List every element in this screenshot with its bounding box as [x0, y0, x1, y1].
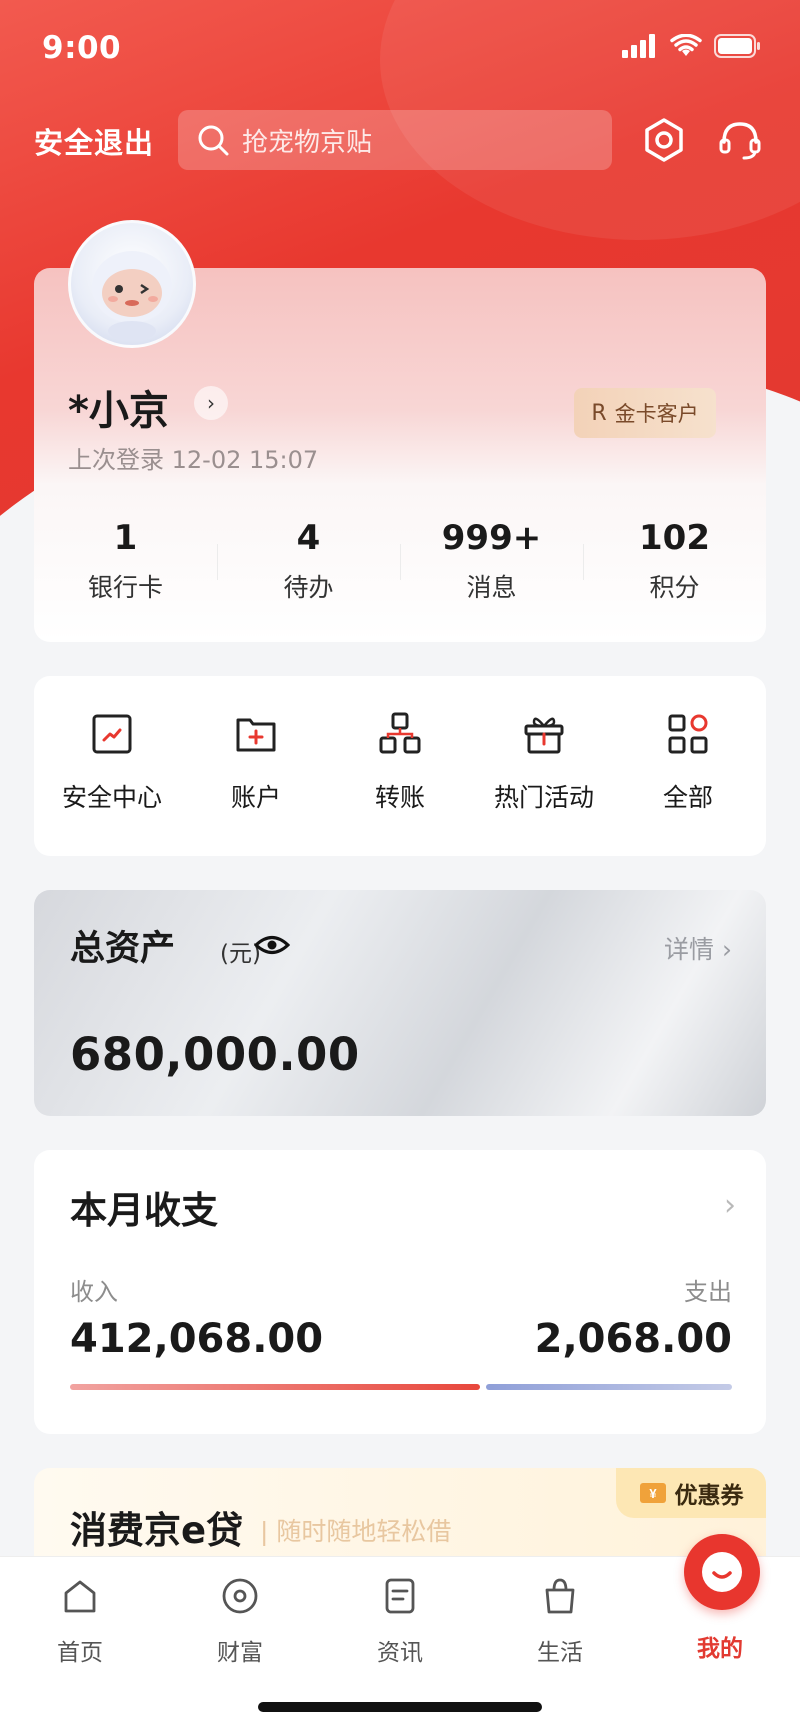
- quick-item-security-center[interactable]: 安全中心: [42, 710, 182, 856]
- badge-label: 金卡客户: [614, 402, 699, 426]
- loan-title: 消费京e贷: [70, 1509, 244, 1552]
- all-apps-icon: [668, 714, 708, 754]
- signal-icon: [622, 34, 655, 58]
- stat-label: 银行卡: [87, 573, 163, 602]
- gift-icon: [524, 717, 564, 754]
- profile-stats: 1 银行卡 4 待办 999+ 消息 102 积分: [34, 510, 766, 610]
- last-login: 上次登录 12-02 15:07: [68, 446, 319, 474]
- shopping-bag-icon: [545, 1578, 575, 1614]
- quick-item-account[interactable]: 账户: [186, 710, 326, 856]
- home-indicator: [258, 1702, 542, 1712]
- stat-value: 102: [639, 518, 710, 558]
- detail-label: 详情: [664, 935, 715, 964]
- stat-value: 4: [296, 518, 321, 558]
- expense-bar: [486, 1384, 732, 1390]
- total-assets-card[interactable]: 总资产 (元) 详情 › 680,000.00: [34, 890, 766, 1116]
- tab-label: 我的: [697, 1636, 743, 1662]
- stat-points[interactable]: 102 积分: [583, 510, 766, 610]
- stat-value: 1: [113, 518, 138, 558]
- settings-icon[interactable]: [640, 116, 688, 164]
- income-label: 收入: [70, 1278, 118, 1306]
- customer-service-icon[interactable]: [716, 116, 764, 164]
- tab-news[interactable]: 资讯: [345, 1575, 455, 1667]
- username[interactable]: *小京: [68, 378, 169, 436]
- quick-item-label: 账户: [230, 783, 281, 812]
- logout-button[interactable]: 安全退出: [34, 120, 154, 162]
- tab-life[interactable]: 生活: [505, 1575, 615, 1667]
- tab-home[interactable]: 首页: [25, 1575, 135, 1667]
- news-icon: [385, 1578, 415, 1614]
- stat-todo[interactable]: 4 待办: [217, 510, 400, 610]
- wealth-icon: [222, 1578, 258, 1614]
- quick-menu: 安全中心 账户 转账 热门活动 全部: [34, 676, 766, 856]
- tab-label: 生活: [537, 1640, 583, 1666]
- expense-label: 支出: [684, 1278, 732, 1306]
- income-expense-bar: [70, 1384, 732, 1390]
- loan-subtitle: | 随时随地轻松借: [260, 1517, 452, 1546]
- status-icons: [622, 34, 762, 58]
- account-icon: [236, 718, 276, 752]
- stat-label: 待办: [283, 573, 334, 602]
- badge-r-icon: R: [591, 400, 607, 426]
- quick-item-all[interactable]: 全部: [618, 710, 758, 856]
- expense-value: 2,068.00: [534, 1316, 732, 1362]
- coupon-badge[interactable]: ¥ 优惠券: [616, 1468, 766, 1518]
- quick-item-label: 热门活动: [493, 783, 594, 812]
- stat-label: 积分: [649, 573, 700, 602]
- search-placeholder: 抢宠物京贴: [242, 127, 373, 158]
- mine-tab-icon[interactable]: [684, 1534, 760, 1610]
- stat-bank-card[interactable]: 1 银行卡: [34, 510, 217, 610]
- tab-label: 财富: [217, 1640, 263, 1666]
- eye-icon[interactable]: [254, 930, 290, 960]
- wifi-icon: [670, 34, 702, 56]
- status-bar: 9:00: [0, 0, 800, 100]
- mine-icon: [702, 1552, 742, 1592]
- home-icon: [64, 1580, 96, 1613]
- coupon-icon: ¥: [639, 1483, 666, 1503]
- tab-label: 首页: [57, 1640, 103, 1666]
- quick-item-transfer[interactable]: 转账: [330, 710, 470, 856]
- tab-label: 资讯: [377, 1640, 423, 1666]
- security-icon: [92, 714, 132, 754]
- battery-icon: [714, 34, 760, 58]
- coupon-label: 优惠券: [674, 1483, 744, 1509]
- transfer-icon: [379, 712, 421, 754]
- income-bar: [70, 1384, 481, 1390]
- stat-messages[interactable]: 999+ 消息: [400, 510, 583, 610]
- quick-item-label: 全部: [662, 783, 713, 812]
- chevron-right-icon[interactable]: ›: [194, 386, 228, 420]
- member-badge[interactable]: R 金卡客户: [574, 388, 716, 438]
- avatar[interactable]: [68, 220, 196, 348]
- assets-value: 680,000.00: [70, 1028, 360, 1081]
- tab-wealth[interactable]: 财富: [185, 1575, 295, 1667]
- chevron-right-icon[interactable]: ›: [724, 1188, 736, 1223]
- quick-item-label: 转账: [374, 783, 425, 812]
- mascot-avatar-icon: [92, 251, 172, 341]
- stat-value: 999+: [441, 518, 542, 558]
- top-nav: 安全退出 抢宠物京贴: [0, 108, 800, 172]
- income-value: 412,068.00: [70, 1316, 324, 1362]
- quick-item-label: 安全中心: [61, 783, 162, 812]
- quick-item-hot-events[interactable]: 热门活动: [474, 710, 614, 856]
- stat-label: 消息: [466, 573, 517, 602]
- monthly-summary-card[interactable]: 本月收支 › 收入 支出 412,068.00 2,068.00: [34, 1150, 766, 1434]
- assets-title: 总资产: [70, 929, 176, 969]
- monthly-title: 本月收支: [70, 1189, 218, 1232]
- search-icon: [198, 125, 229, 156]
- search-input[interactable]: 抢宠物京贴: [178, 110, 612, 170]
- status-time: 9:00: [42, 30, 122, 66]
- chevron-right-icon: ›: [722, 935, 732, 964]
- assets-detail-link[interactable]: 详情 ›: [664, 930, 732, 966]
- svg-text:¥: ¥: [649, 1486, 657, 1501]
